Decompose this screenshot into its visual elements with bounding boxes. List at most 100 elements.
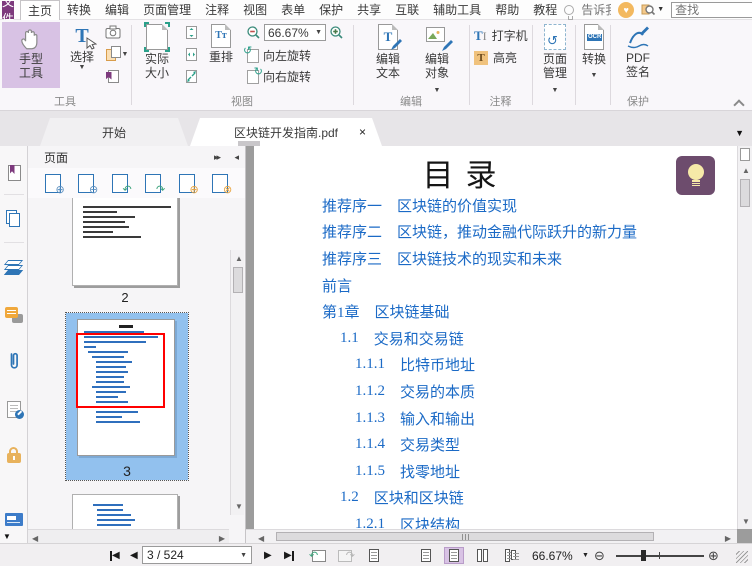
fit-page-icon[interactable] bbox=[182, 24, 200, 40]
scroll-left-icon[interactable]: ◀ bbox=[258, 534, 264, 543]
attachments-panel-icon[interactable] bbox=[0, 348, 28, 374]
tab-list-dropdown-icon[interactable]: ▼ bbox=[735, 128, 744, 138]
slider-zoom-out-icon[interactable]: ⊖ bbox=[594, 544, 605, 566]
slider-zoom-in-icon[interactable]: ⊕ bbox=[708, 544, 719, 566]
page-zoom-in-icon[interactable]: ⊕ bbox=[44, 173, 65, 195]
status-zoom-value[interactable]: 66.67% bbox=[532, 544, 573, 566]
page-management-button[interactable]: ↺ 页面管理▼ bbox=[536, 24, 574, 95]
page-rotate-left-icon[interactable]: ↶ bbox=[111, 173, 132, 195]
last-page-button[interactable]: ▶ bbox=[284, 544, 294, 566]
reflow-button[interactable]: Tт 重排 bbox=[200, 24, 242, 64]
fields-panel-icon[interactable] bbox=[0, 506, 28, 532]
page-add-icon[interactable]: ⊕ bbox=[178, 173, 199, 195]
status-zoom-dropdown-icon[interactable]: ▼ bbox=[582, 544, 589, 566]
panel-horizontal-scrollbar[interactable]: ◀ ▶ bbox=[28, 529, 229, 543]
select-dropdown-icon[interactable]: ▼ bbox=[79, 64, 86, 72]
heart-icon[interactable]: ♥ bbox=[618, 1, 635, 18]
menu-item[interactable]: 保护 bbox=[312, 0, 350, 20]
zoom-dropdown-icon[interactable]: ▼ bbox=[315, 29, 322, 36]
search-input[interactable] bbox=[672, 2, 752, 17]
menu-item[interactable]: 页面管理 bbox=[136, 0, 198, 20]
next-view-button[interactable]: ↷ bbox=[338, 544, 355, 566]
collapse-ribbon-icon[interactable] bbox=[734, 100, 744, 106]
thumbnail-page-2[interactable] bbox=[72, 198, 178, 286]
tab-close-icon[interactable]: × bbox=[359, 125, 366, 139]
hand-tool-button[interactable]: 手型工具 bbox=[2, 22, 60, 88]
menu-item[interactable]: 帮助 bbox=[488, 0, 526, 20]
comments-panel-icon[interactable] bbox=[0, 302, 28, 328]
tell-me-label[interactable]: 告诉我 bbox=[581, 1, 611, 18]
page-rotate-right-icon[interactable]: ↷ bbox=[145, 173, 165, 195]
edit-text-button[interactable]: T 编辑文本 bbox=[366, 24, 410, 81]
highlight-button[interactable]: T 高亮 bbox=[474, 49, 517, 66]
toc-entry[interactable]: 1.2.1 区块结构 bbox=[322, 511, 727, 529]
toc-entry[interactable]: 第1章 区块链基础 bbox=[322, 298, 727, 325]
panel-collapse-icon[interactable]: ◂ bbox=[234, 152, 238, 163]
toc-entry[interactable]: 1.1.1 比特币地址 bbox=[322, 352, 727, 379]
pdf-sign-button[interactable]: PDF签名 bbox=[616, 24, 660, 80]
page-zoom-out-icon[interactable]: ⊖ bbox=[78, 173, 98, 195]
typewriter-button[interactable]: TI 打字机 bbox=[474, 27, 528, 44]
paste-dropdown-icon[interactable]: ▼ bbox=[122, 51, 129, 58]
scrollbar-thumb[interactable] bbox=[740, 179, 750, 207]
menu-item[interactable]: 转换 bbox=[60, 0, 98, 20]
scroll-left-icon[interactable]: ◀ bbox=[32, 534, 38, 543]
next-page-button[interactable]: ▶ bbox=[264, 544, 272, 566]
pages-panel-icon[interactable] bbox=[0, 206, 28, 232]
toc-entry[interactable]: 1.1.4 交易类型 bbox=[322, 431, 727, 458]
menu-item[interactable]: 视图 bbox=[236, 0, 274, 20]
view-continuous-facing-button[interactable] bbox=[500, 547, 520, 564]
security-panel-icon[interactable] bbox=[0, 442, 28, 468]
tell-me-bulb-icon[interactable] bbox=[564, 4, 575, 20]
page-layout-menu-icon[interactable] bbox=[364, 544, 384, 566]
zoom-slider-track[interactable] bbox=[616, 555, 704, 557]
file-menu-button[interactable]: 文件 bbox=[2, 0, 15, 26]
pdf-page[interactable]: 目录 推荐序一 区块链的价值实现 推荐序二 区块链，推动金融代际跃升的新力量 推荐序三区… bbox=[254, 146, 737, 529]
thumbnail-page-4[interactable] bbox=[72, 494, 178, 529]
view-facing-button[interactable] bbox=[472, 547, 492, 564]
scroll-up-icon[interactable]: ▲ bbox=[235, 254, 243, 263]
scroll-right-icon[interactable]: ▶ bbox=[219, 534, 225, 543]
scrollbar-thumb[interactable] bbox=[233, 267, 243, 293]
first-page-button[interactable]: ◀ bbox=[110, 544, 120, 566]
toc-entry[interactable]: 前言 bbox=[322, 272, 727, 299]
zoom-value-box[interactable]: 66.67% ▼ bbox=[264, 24, 326, 41]
search-mode-icon[interactable]: ▼ bbox=[641, 3, 664, 17]
toc-entry[interactable]: 1.1.5 找零地址 bbox=[322, 458, 727, 485]
fit-visible-icon[interactable] bbox=[182, 68, 200, 84]
previous-page-button[interactable]: ◀ bbox=[130, 544, 138, 566]
menu-item[interactable]: 共享 bbox=[350, 0, 388, 20]
signatures-panel-icon[interactable] bbox=[0, 396, 28, 422]
toc-entry[interactable]: 1.2 区块和区块链 bbox=[322, 485, 727, 512]
toc-entry[interactable]: 1.1 交易和交易链 bbox=[322, 325, 727, 352]
edit-object-button[interactable]: 编辑对象▼ bbox=[414, 24, 460, 95]
page-dropdown-icon[interactable]: ▼ bbox=[240, 552, 247, 559]
zoom-out-icon[interactable] bbox=[246, 25, 261, 40]
scroll-down-icon[interactable]: ▼ bbox=[235, 502, 243, 511]
rotate-left-button[interactable]: ↺ 向左旋转 bbox=[243, 45, 311, 64]
menu-item[interactable]: 表单 bbox=[274, 0, 312, 20]
scroll-down-icon[interactable]: ▼ bbox=[742, 517, 750, 526]
panel-vertical-scrollbar[interactable]: ▲ ▼ bbox=[230, 250, 244, 515]
toc-entry[interactable]: 推荐序二 区块链，推动金融代际跃升的新力量 bbox=[322, 219, 727, 246]
lightbulb-tip-icon[interactable] bbox=[676, 156, 715, 195]
scrollbar-thumb[interactable] bbox=[276, 532, 654, 541]
strip-more-icon[interactable]: ▼ bbox=[3, 532, 11, 541]
snapshot-camera-icon[interactable] bbox=[104, 24, 122, 40]
menu-item[interactable]: 主页 bbox=[20, 0, 61, 20]
menu-item[interactable]: 辅助工具 bbox=[426, 0, 488, 20]
bookmarks-panel-icon[interactable] bbox=[0, 160, 28, 186]
view-single-page-button[interactable] bbox=[416, 547, 436, 564]
tab-document[interactable]: 区块链开发指南.pdf × bbox=[190, 118, 382, 146]
convert-button[interactable]: OCR 转换▼ bbox=[579, 24, 609, 81]
view-continuous-button[interactable] bbox=[444, 547, 464, 564]
toc-entry[interactable]: 1.1.2 交易的本质 bbox=[322, 378, 727, 405]
scroll-right-icon[interactable]: ▶ bbox=[725, 534, 731, 543]
thumbnail-page-3-selected[interactable]: 3 bbox=[65, 312, 189, 481]
menu-item[interactable]: 教程 bbox=[526, 0, 564, 20]
select-tool-button[interactable]: T 选择 ▼ bbox=[62, 24, 102, 73]
current-view-rectangle[interactable] bbox=[76, 333, 165, 408]
split-view-handle[interactable] bbox=[740, 148, 750, 161]
fit-width-icon[interactable] bbox=[182, 46, 200, 62]
resize-grip[interactable] bbox=[736, 551, 748, 563]
